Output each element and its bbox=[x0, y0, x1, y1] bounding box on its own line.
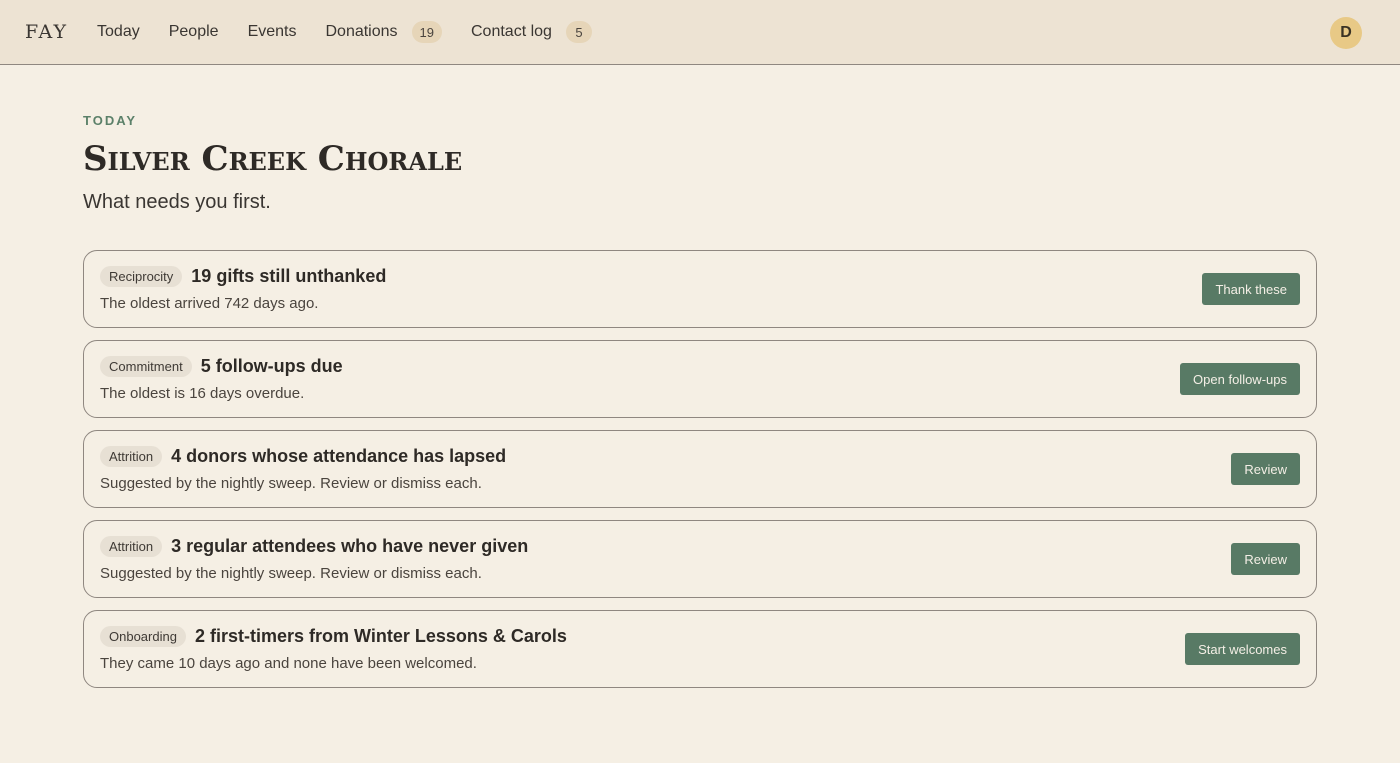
page-eyebrow: TODAY bbox=[83, 113, 138, 128]
nav-item-today[interactable]: Today bbox=[97, 23, 140, 41]
start-welcomes-button[interactable]: Start welcomes bbox=[1185, 633, 1300, 665]
nav-item-label: Today bbox=[97, 23, 140, 40]
card-title: 3 regular attendees who have never given bbox=[171, 536, 529, 556]
card-body: Onboarding 2 first-timers from Winter Le… bbox=[100, 626, 567, 672]
task-card-attrition-donors: Attrition 4 donors whose attendance has … bbox=[83, 430, 1317, 508]
open-follow-ups-button[interactable]: Open follow-ups bbox=[1180, 363, 1300, 395]
card-head: Reciprocity 19 gifts still unthanked bbox=[100, 266, 386, 287]
card-title: 5 follow-ups due bbox=[200, 356, 343, 376]
top-navigation-bar: FAY Today People Events Donations 19 Con… bbox=[0, 0, 1400, 65]
card-body: Attrition 3 regular attendees who have n… bbox=[100, 536, 528, 582]
card-description: Suggested by the nightly sweep. Review o… bbox=[100, 565, 482, 582]
task-card-commitment: Commitment 5 follow-ups due The oldest i… bbox=[83, 340, 1317, 418]
card-title: 19 gifts still unthanked bbox=[191, 266, 387, 286]
donations-count-badge: 19 bbox=[411, 21, 442, 43]
category-tag: Onboarding bbox=[100, 626, 186, 647]
task-card-reciprocity: Reciprocity 19 gifts still unthanked The… bbox=[83, 250, 1317, 328]
nav-item-donations[interactable]: Donations 19 bbox=[325, 21, 442, 43]
nav-item-events[interactable]: Events bbox=[248, 23, 297, 41]
card-description: The oldest is 16 days overdue. bbox=[100, 385, 305, 402]
nav-item-label: Events bbox=[247, 23, 297, 40]
card-head: Onboarding 2 first-timers from Winter Le… bbox=[100, 626, 567, 647]
card-body: Attrition 4 donors whose attendance has … bbox=[100, 446, 506, 492]
page-subtitle: What needs you first. bbox=[83, 191, 271, 213]
nav-item-people[interactable]: People bbox=[169, 23, 219, 41]
category-tag: Attrition bbox=[100, 536, 163, 557]
main-content: TODAY Silver Creek Chorale What needs yo… bbox=[0, 65, 1400, 688]
page-title: Silver Creek Chorale bbox=[83, 139, 463, 179]
task-card-onboarding: Onboarding 2 first-timers from Winter Le… bbox=[83, 610, 1317, 688]
category-tag: Attrition bbox=[100, 446, 163, 467]
task-card-attrition-attendees: Attrition 3 regular attendees who have n… bbox=[83, 520, 1317, 598]
card-description: The oldest arrived 742 days ago. bbox=[100, 295, 319, 312]
thank-these-button[interactable]: Thank these bbox=[1202, 273, 1300, 305]
card-body: Reciprocity 19 gifts still unthanked The… bbox=[100, 266, 386, 312]
card-head: Commitment 5 follow-ups due bbox=[100, 356, 343, 377]
card-description: Suggested by the nightly sweep. Review o… bbox=[100, 475, 482, 492]
task-card-list: Reciprocity 19 gifts still unthanked The… bbox=[83, 250, 1317, 688]
app-logo[interactable]: FAY bbox=[25, 21, 68, 43]
main-nav: Today People Events Donations 19 Contact… bbox=[97, 21, 621, 43]
card-title: 2 first-timers from Winter Lessons & Car… bbox=[194, 626, 567, 646]
category-tag: Commitment bbox=[100, 356, 192, 377]
nav-item-label: Contact log bbox=[471, 23, 552, 40]
user-avatar[interactable]: D bbox=[1330, 17, 1362, 49]
card-head: Attrition 3 regular attendees who have n… bbox=[100, 536, 528, 557]
card-title: 4 donors whose attendance has lapsed bbox=[171, 446, 507, 466]
category-tag: Reciprocity bbox=[100, 266, 183, 287]
nav-item-label: Donations bbox=[325, 23, 398, 40]
nav-item-label: People bbox=[168, 23, 219, 40]
card-head: Attrition 4 donors whose attendance has … bbox=[100, 446, 506, 467]
nav-item-contact-log[interactable]: Contact log 5 bbox=[471, 21, 592, 43]
review-non-givers-button[interactable]: Review bbox=[1231, 543, 1300, 575]
contact-log-count-badge: 5 bbox=[565, 21, 592, 43]
card-description: They came 10 days ago and none have been… bbox=[100, 655, 477, 672]
review-lapsed-donors-button[interactable]: Review bbox=[1231, 453, 1300, 485]
card-body: Commitment 5 follow-ups due The oldest i… bbox=[100, 356, 343, 402]
